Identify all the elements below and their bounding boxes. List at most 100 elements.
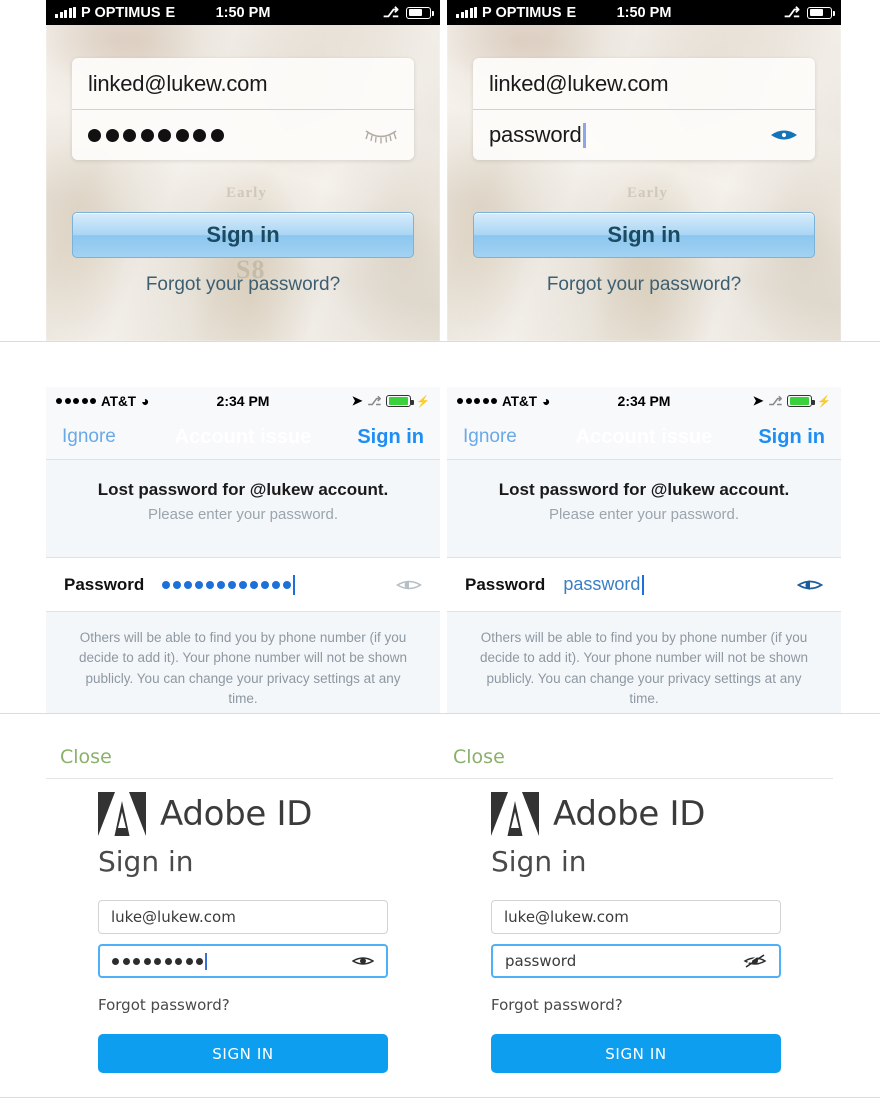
- brand-block: Adobe ID: [98, 792, 312, 836]
- brand-label: Adobe ID: [553, 794, 706, 834]
- eye-slashed-icon[interactable]: [743, 953, 767, 969]
- message-title: Lost password for @lukew account.: [97, 480, 389, 499]
- section-divider-3: [0, 1097, 880, 1098]
- nav-title: Account issue: [174, 425, 312, 448]
- linkedin-mockup-row: Early S8 P OPTIMUS E 1:50 PM ⎇ linked@lu…: [0, 0, 880, 341]
- account-masked-phone: AT&T ◕ 2:34 PM ➤ ⎇ ⚡ Ignore Account issu…: [46, 387, 440, 713]
- brand-label: Adobe ID: [160, 794, 313, 834]
- password-revealed-value: password: [505, 952, 577, 970]
- password-label: Password: [465, 574, 546, 594]
- email-field[interactable]: luke@lukew.com: [98, 900, 388, 934]
- linkedin-masked-phone: Early S8 P OPTIMUS E 1:50 PM ⎇ linked@lu…: [46, 0, 440, 341]
- linkedin-revealed-phone: Early P OPTIMUS E 1:50 PM ⎇ linked@lukew…: [447, 0, 841, 341]
- status-time: 2:34 PM: [617, 393, 671, 409]
- account-issue-mockup-row: AT&T ◕ 2:34 PM ➤ ⎇ ⚡ Ignore Account issu…: [0, 342, 880, 713]
- page-title: Sign in: [98, 845, 194, 878]
- password-field[interactable]: [98, 944, 388, 978]
- login-card: linked@lukew.com password: [473, 58, 815, 160]
- message-block: Lost password for @lukew account. Please…: [46, 460, 440, 558]
- signin-button-label: SIGN IN: [212, 1044, 274, 1063]
- privacy-note: Others will be able to find you by phone…: [46, 612, 440, 713]
- header-divider: [439, 778, 833, 779]
- password-label: Password: [64, 574, 145, 594]
- adobe-masked-panel: Close Adobe ID Sign in luke@lukew.com Fo…: [46, 714, 440, 1106]
- page-title: Sign in: [491, 845, 587, 878]
- signin-button-label: SIGN IN: [605, 1044, 667, 1063]
- signin-form: luke@lukew.com password Forgot password?…: [491, 900, 781, 1073]
- ios-status-bar: AT&T ◕ 2:34 PM ➤ ⎇ ⚡: [46, 387, 440, 415]
- signin-button-label: Sign in: [206, 222, 280, 247]
- password-row[interactable]: Password: [46, 558, 440, 612]
- password-field[interactable]: password: [491, 944, 781, 978]
- ios-status-bar: P OPTIMUS E 1:50 PM ⎇: [447, 0, 841, 25]
- email-field[interactable]: luke@lukew.com: [491, 900, 781, 934]
- status-time: 2:34 PM: [216, 393, 270, 409]
- text-cursor: [642, 574, 645, 595]
- email-value: luke@lukew.com: [111, 908, 236, 926]
- email-value: linked@lukew.com: [88, 70, 268, 96]
- text-cursor: [205, 952, 207, 970]
- account-revealed-phone: AT&T ◕ 2:34 PM ➤ ⎇ ⚡ Ignore Account issu…: [447, 387, 841, 713]
- password-field[interactable]: [72, 109, 414, 160]
- password-revealed-value: password: [563, 574, 641, 594]
- signin-button[interactable]: Sign in: [473, 212, 815, 258]
- signin-button[interactable]: SIGN IN: [98, 1034, 388, 1073]
- battery-icon: [807, 6, 835, 19]
- status-time: 1:50 PM: [215, 4, 271, 21]
- text-cursor: [582, 122, 586, 148]
- password-masked-dots: [162, 580, 292, 589]
- email-field[interactable]: linked@lukew.com: [473, 58, 815, 109]
- message-block: Lost password for @lukew account. Please…: [447, 460, 841, 558]
- eye-open-icon[interactable]: [352, 954, 374, 968]
- password-masked-dots: [112, 957, 203, 965]
- email-value: linked@lukew.com: [489, 70, 669, 96]
- forgot-password-link[interactable]: Forgot password?: [491, 996, 781, 1014]
- email-value: luke@lukew.com: [504, 908, 629, 926]
- battery-icon: [406, 6, 434, 19]
- message-title: Lost password for @lukew account.: [498, 480, 790, 499]
- forgot-password-label: Forgot your password?: [145, 274, 341, 295]
- message-subtitle: Please enter your password.: [548, 506, 740, 523]
- location-arrow-icon: ➤: [752, 393, 764, 408]
- nav-bar: Ignore Account issue Sign in: [46, 415, 440, 460]
- background-ghost-text-1: Early: [627, 185, 668, 201]
- password-field[interactable]: password: [473, 109, 815, 160]
- forgot-password-link[interactable]: Forgot your password?: [447, 274, 841, 296]
- eye-open-blue-icon[interactable]: [769, 125, 799, 145]
- email-field[interactable]: linked@lukew.com: [72, 58, 414, 109]
- message-subtitle: Please enter your password.: [147, 506, 339, 523]
- adobe-id-mockup-row: Close Adobe ID Sign in luke@lukew.com Fo…: [0, 714, 880, 1106]
- privacy-note: Others will be able to find you by phone…: [447, 612, 841, 713]
- eye-blue-icon[interactable]: [797, 577, 823, 593]
- forgot-password-label: Forgot your password?: [546, 274, 742, 295]
- status-time: 1:50 PM: [616, 4, 672, 21]
- header-divider: [46, 778, 440, 779]
- signin-button-label: Sign in: [607, 222, 681, 247]
- eye-gray-icon[interactable]: [396, 577, 422, 593]
- background-ghost-text-1: Early: [226, 185, 267, 201]
- adobe-logo-icon: [98, 792, 146, 836]
- login-card: linked@lukew.com: [72, 58, 414, 160]
- signin-button[interactable]: SIGN IN: [491, 1034, 781, 1073]
- password-masked-dots: [88, 128, 224, 142]
- forgot-password-link[interactable]: Forgot password?: [98, 996, 388, 1014]
- ios-status-bar: P OPTIMUS E 1:50 PM ⎇: [46, 0, 440, 25]
- signin-button[interactable]: Sign in: [72, 212, 414, 258]
- signin-form: luke@lukew.com Forgot password? SIGN IN: [98, 900, 388, 1073]
- nav-title: Account issue: [575, 425, 713, 448]
- eye-closed-lashes-icon[interactable]: [364, 126, 398, 144]
- adobe-logo-icon: [491, 792, 539, 836]
- nav-bar: Ignore Account issue Sign in: [447, 415, 841, 460]
- location-arrow-icon: ➤: [351, 393, 363, 408]
- forgot-password-link[interactable]: Forgot your password?: [46, 274, 440, 296]
- ios-status-bar: AT&T ◕ 2:34 PM ➤ ⎇ ⚡: [447, 387, 841, 415]
- battery-charging-icon: [787, 395, 815, 407]
- adobe-revealed-panel: Close Adobe ID Sign in luke@lukew.com pa…: [439, 714, 833, 1106]
- text-cursor: [293, 574, 296, 595]
- password-revealed-value: password: [489, 122, 582, 147]
- battery-charging-icon: [386, 395, 414, 407]
- close-button[interactable]: Close: [60, 746, 112, 768]
- close-button[interactable]: Close: [453, 746, 505, 768]
- brand-block: Adobe ID: [491, 792, 705, 836]
- password-row[interactable]: Password password: [447, 558, 841, 612]
